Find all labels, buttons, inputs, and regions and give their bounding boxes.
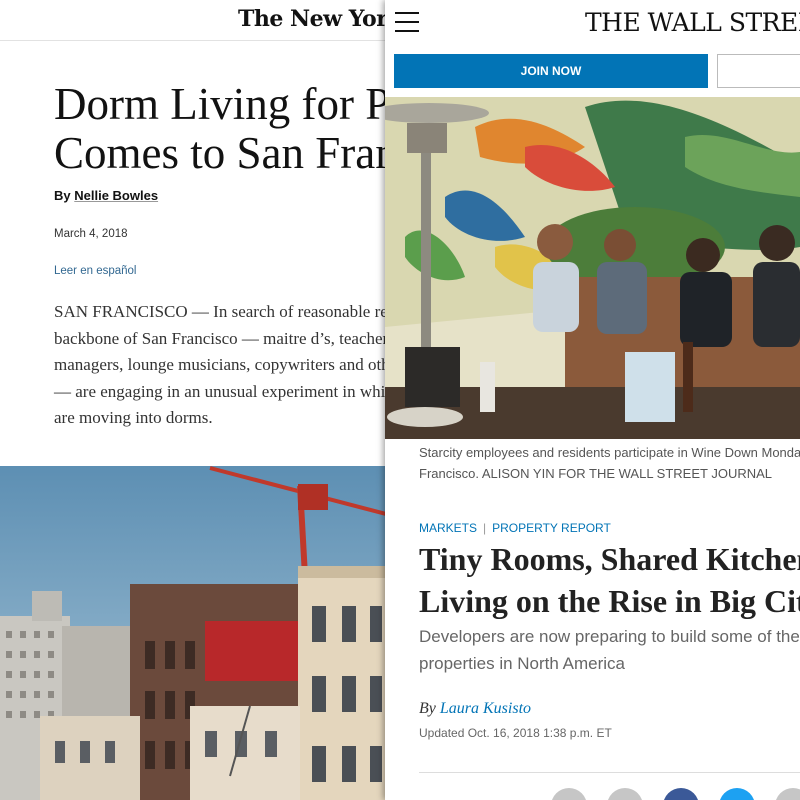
kicker-markets-link[interactable]: MARKETS [419,521,477,535]
wsj-updated-timestamp: Updated Oct. 16, 2018 1:38 p.m. ET [419,726,612,740]
nyt-building-photo [0,466,386,800]
nyt-author-link[interactable]: Nellie Bowles [74,188,158,203]
section-kicker: MARKETS | PROPERTY REPORT [419,521,611,535]
kicker-property-report-link[interactable]: PROPERTY REPORT [492,521,611,535]
gathering-illustration [385,97,800,439]
caption-line: Francisco. ALISON YIN FOR THE WALL STREE… [419,466,773,481]
photo-caption: Starcity employees and residents partici… [419,442,800,484]
caption-line: Starcity employees and residents partici… [419,445,800,460]
divider [419,772,800,773]
share-more-icon[interactable] [775,788,800,800]
wsj-byline: By Laura Kusisto [419,700,531,718]
kicker-separator: | [483,521,487,535]
share-email-icon[interactable] [551,788,587,800]
wsj-article-page: THE WALL STREET JOURNAL. JOIN NOW [385,0,800,800]
hamburger-menu-icon[interactable] [395,12,419,32]
building-illustration [0,466,386,800]
wsj-byline-prefix: By [419,700,436,717]
wsj-headline-line: Living on the Rise in Big Cities [419,583,800,619]
wsj-headline-line: Tiny Rooms, Shared Kitchens: [419,541,800,577]
wsj-dek-line: Developers are now preparing to build so… [419,627,800,646]
share-twitter-icon[interactable] [719,788,755,800]
join-now-button[interactable]: JOIN NOW [394,54,708,88]
wsj-event-photo [385,97,800,439]
wsj-logo[interactable]: THE WALL STREET JOURNAL. [585,8,800,37]
wsj-top-bar: THE WALL STREET JOURNAL. [385,0,800,46]
wsj-dek-line: properties in North America [419,654,625,673]
nyt-language-link[interactable]: Leer en español [54,265,136,277]
wsj-dek: Developers are now preparing to build so… [419,623,800,677]
share-print-icon[interactable] [607,788,643,800]
wsj-author-link[interactable]: Laura Kusisto [440,700,531,717]
wsj-headline: Tiny Rooms, Shared Kitchens: Living on t… [419,538,800,622]
nyt-byline: By Nellie Bowles [54,188,158,203]
nyt-byline-prefix: By [54,188,71,203]
share-facebook-icon[interactable] [663,788,699,800]
nyt-date: March 4, 2018 [54,228,128,240]
sign-in-button[interactable] [717,54,800,88]
